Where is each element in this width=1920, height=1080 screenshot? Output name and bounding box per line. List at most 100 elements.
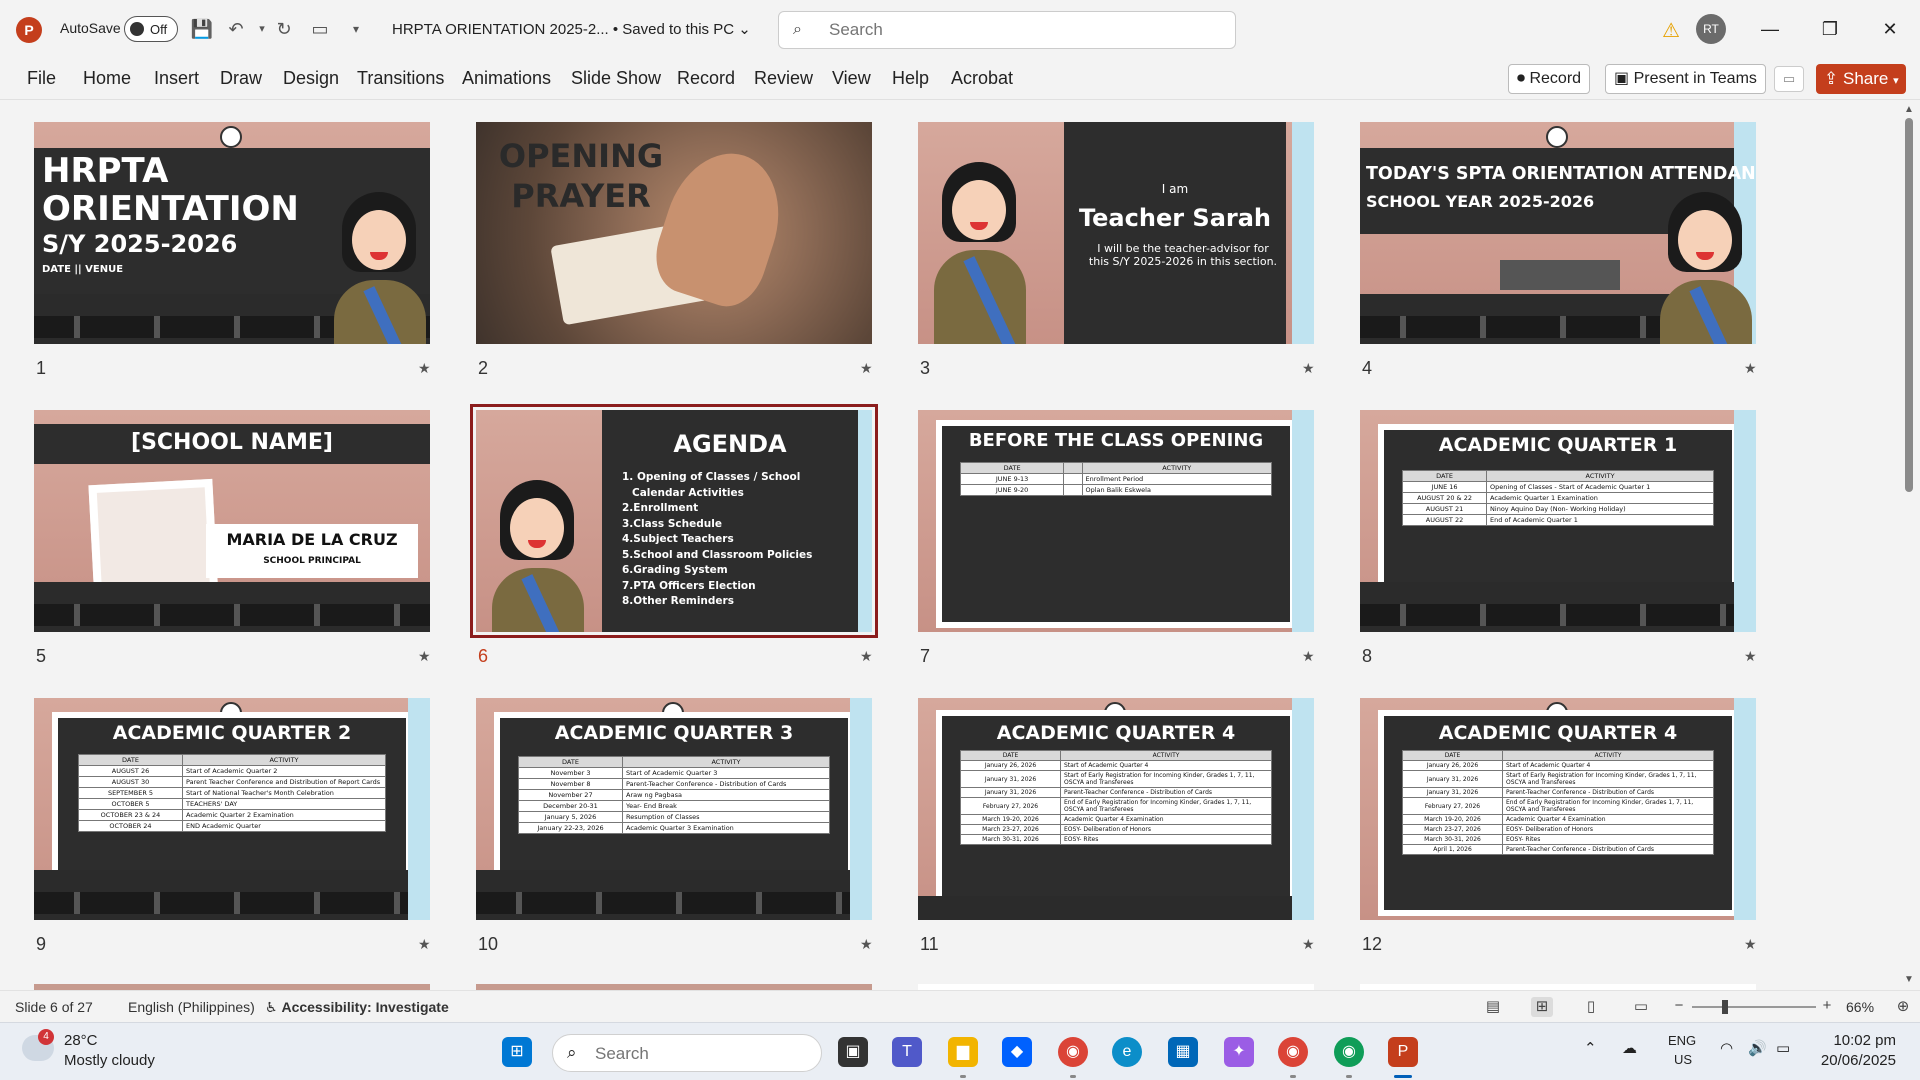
undo-icon[interactable]: ↶ (224, 17, 248, 41)
document-title[interactable]: HRPTA ORIENTATION 2025-2... • Saved to t… (392, 20, 751, 38)
language-line-1[interactable]: ENG (1668, 1033, 1696, 1048)
zoom-slider[interactable] (1692, 1006, 1816, 1008)
normal-view-icon[interactable]: ▤ (1482, 997, 1504, 1017)
powerpoint-taskbar-icon[interactable]: P (1388, 1037, 1418, 1067)
tab-transitions[interactable]: Transitions (357, 68, 444, 89)
tab-review[interactable]: Review (754, 68, 813, 89)
star-icon[interactable]: ★ (1744, 648, 1757, 665)
scroll-down-icon[interactable]: ▼ (1904, 974, 1914, 985)
tab-animations[interactable]: Animations (462, 68, 551, 89)
slide-counter[interactable]: Slide 6 of 27 (15, 999, 93, 1015)
weather-condition[interactable]: Mostly cloudy (64, 1052, 155, 1069)
slide-thumbnail-1[interactable]: HRPTA ORIENTATION S/Y 2025-2026 DATE || … (34, 122, 430, 344)
warning-icon[interactable]: ⚠ (1662, 18, 1680, 43)
slide-thumbnail-8[interactable]: ACADEMIC QUARTER 1 DATE ACTIVITY JUNE 16 O… (1360, 410, 1756, 632)
zoom-out-icon[interactable]: − (1668, 997, 1690, 1017)
language-line-2[interactable]: US (1674, 1052, 1692, 1067)
teams-icon[interactable]: T (892, 1037, 922, 1067)
edge-icon[interactable]: e (1112, 1037, 1142, 1067)
schedule-table: DATE ACTIVITY JUNE 16 Opening of Classes -… (1401, 470, 1714, 526)
present-from-start-icon[interactable]: ▭ (308, 17, 332, 41)
star-icon[interactable]: ★ (1302, 360, 1315, 377)
slide-thumbnail-6[interactable]: AGENDA 1. Opening of Classes / School Ca… (470, 404, 878, 638)
slide-thumbnail-12[interactable]: ACADEMIC QUARTER 4 DATE ACTIVITY January … (1360, 698, 1756, 920)
star-icon[interactable]: ★ (1302, 936, 1315, 953)
tab-record[interactable]: Record (677, 68, 735, 89)
chrome-profile-icon[interactable]: ◉ (1278, 1037, 1308, 1067)
slide-thumbnail-7[interactable]: BEFORE THE CLASS OPENING DATE ACTIVITY JU… (918, 410, 1314, 632)
star-icon[interactable]: ★ (418, 360, 431, 377)
slide-thumbnail-2[interactable]: OPENING PRAYER (476, 122, 872, 344)
chrome-profile-icon[interactable]: ◉ (1334, 1037, 1364, 1067)
save-icon[interactable]: 💾 (190, 17, 214, 41)
scrollbar-thumb[interactable] (1905, 118, 1913, 492)
clock-date[interactable]: 20/06/2025 (1821, 1052, 1896, 1069)
volume-icon[interactable]: 🔊 (1748, 1039, 1767, 1057)
slide-thumbnail-3[interactable]: I am Teacher Sarah I will be the teacher… (918, 122, 1314, 344)
search-input[interactable] (829, 19, 1209, 41)
restore-icon[interactable]: ❐ (1810, 14, 1850, 44)
file-explorer-icon[interactable]: ▆ (948, 1037, 978, 1067)
reading-view-icon[interactable]: ▯ (1580, 997, 1602, 1017)
task-view-icon[interactable]: ▣ (838, 1037, 868, 1067)
tab-slide-show[interactable]: Slide Show (571, 68, 661, 89)
star-icon[interactable]: ★ (1744, 360, 1757, 377)
minimize-icon[interactable]: — (1750, 14, 1790, 44)
tab-view[interactable]: View (832, 68, 871, 89)
slide-thumbnail-5[interactable]: [SCHOOL NAME] MARIA DE LA CRUZ SCHOOL PR… (34, 410, 430, 632)
close-icon[interactable]: ✕ (1870, 14, 1910, 44)
undo-dropdown-icon[interactable]: ▾ (250, 17, 274, 41)
battery-icon[interactable]: ▭ (1776, 1039, 1790, 1057)
vertical-scrollbar[interactable]: ▲ ▼ (1900, 100, 1920, 990)
tab-insert[interactable]: Insert (154, 68, 199, 89)
zoom-slider-thumb[interactable] (1722, 1000, 1728, 1014)
avatar[interactable]: RT (1696, 14, 1726, 44)
chrome-icon[interactable]: ◉ (1058, 1037, 1088, 1067)
star-icon[interactable]: ★ (1302, 648, 1315, 665)
temperature[interactable]: 28°C (64, 1032, 98, 1049)
star-icon[interactable]: ★ (860, 648, 873, 665)
slide-thumbnail-9[interactable]: ACADEMIC QUARTER 2 DATE ACTIVITY AUGUST 2… (34, 698, 430, 920)
slide-show-icon[interactable]: ▭ (1630, 997, 1652, 1017)
customize-qat-icon[interactable]: ▾ (344, 17, 368, 41)
present-in-teams-button[interactable]: ▣ Present in Teams (1605, 64, 1766, 94)
redo-icon[interactable]: ↻ (272, 17, 296, 41)
wifi-icon[interactable]: ◠ (1720, 1039, 1733, 1057)
slide-thumbnail-4[interactable]: TODAY'S SPTA ORIENTATION ATTENDANCE SCHO… (1360, 122, 1756, 344)
taskbar-search-input[interactable] (595, 1043, 795, 1065)
windows-start-icon[interactable]: ⊞ (502, 1037, 532, 1067)
star-icon[interactable]: ★ (860, 936, 873, 953)
comments-icon[interactable]: ▭ (1774, 66, 1804, 92)
star-icon[interactable]: ★ (418, 936, 431, 953)
tab-draw[interactable]: Draw (220, 68, 262, 89)
accessibility-status[interactable]: ♿ Accessibility: Investigate (265, 999, 449, 1016)
tab-home[interactable]: Home (83, 68, 131, 89)
store-icon[interactable]: ▦ (1168, 1037, 1198, 1067)
show-hidden-icons-icon[interactable]: ⌃ (1584, 1039, 1597, 1057)
slide-thumbnail-10[interactable]: ACADEMIC QUARTER 3 DATE ACTIVITY November… (476, 698, 872, 920)
clock-time[interactable]: 10:02 pm (1833, 1032, 1896, 1049)
copilot-icon[interactable]: ✦ (1224, 1037, 1254, 1067)
zoom-in-icon[interactable]: + (1816, 997, 1838, 1017)
zoom-level[interactable]: 66% (1846, 999, 1874, 1015)
scroll-up-icon[interactable]: ▲ (1904, 104, 1914, 115)
star-icon[interactable]: ★ (1744, 936, 1757, 953)
tab-design[interactable]: Design (283, 68, 339, 89)
tab-file[interactable]: File (27, 68, 56, 89)
slide-sorter-view-icon[interactable]: ⊞ (1531, 997, 1553, 1017)
tab-acrobat[interactable]: Acrobat (951, 68, 1013, 89)
cloud-icon[interactable]: ☁ (1622, 1039, 1637, 1057)
autosave-toggle[interactable]: Off (124, 16, 178, 42)
share-button[interactable]: ⇪ Share ▾ (1816, 64, 1906, 94)
tab-help[interactable]: Help (892, 68, 929, 89)
language-indicator[interactable]: English (Philippines) (128, 999, 255, 1015)
star-icon[interactable]: ★ (418, 648, 431, 665)
dropbox-icon[interactable]: ◆ (1002, 1037, 1032, 1067)
fit-to-window-icon[interactable]: ⊕ (1892, 997, 1914, 1017)
slide-number: 6 (478, 646, 489, 666)
record-button[interactable]: ⏺ Record (1508, 64, 1591, 94)
taskbar-search[interactable]: ⌕ (552, 1034, 822, 1072)
star-icon[interactable]: ★ (860, 360, 873, 377)
slide-thumbnail-11[interactable]: ACADEMIC QUARTER 4 DATE ACTIVITY January … (918, 698, 1314, 920)
search-box[interactable]: ⌕ (778, 11, 1236, 49)
